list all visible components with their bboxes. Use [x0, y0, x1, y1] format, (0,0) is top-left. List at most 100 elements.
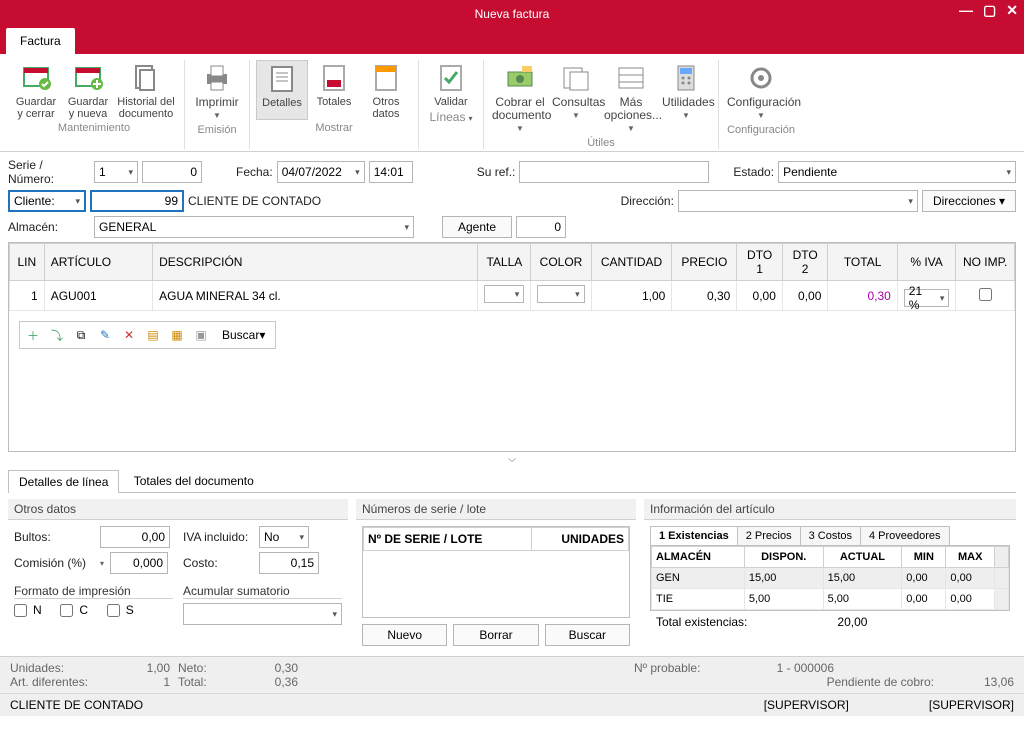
stock-row[interactable]: TIE5,005,000,000,00: [652, 589, 1009, 610]
header-form: Serie / Número: 1 Fecha: 04/07/2022 Su r…: [0, 152, 1024, 238]
save-new-icon: [72, 62, 104, 94]
ribbon-tabstrip: Factura: [0, 28, 1024, 54]
table-row[interactable]: 1 AGU001 AGUA MINERAL 34 cl. 1,00 0,30 0…: [10, 281, 1015, 311]
tab-factura[interactable]: Factura: [6, 28, 75, 54]
note-icon[interactable]: ▤: [142, 324, 164, 346]
lote-borrar-button[interactable]: Borrar: [453, 624, 538, 646]
estado-select[interactable]: Pendiente: [778, 161, 1016, 183]
window-title: Nueva factura: [475, 7, 550, 21]
cobrar-button[interactable]: Cobrar el documento ▼: [490, 60, 550, 135]
more-icon: [615, 62, 647, 94]
numero-input[interactable]: [142, 161, 202, 183]
stock-row[interactable]: GEN15,0015,000,000,00: [652, 568, 1009, 589]
tab-costos[interactable]: 3 Costos: [800, 526, 861, 545]
panel-otros: Otros datos Bultos: Comisión (%)▾ IVA in…: [8, 499, 348, 652]
minimize-icon[interactable]: —: [959, 2, 973, 19]
save-close-button[interactable]: Guardar y cerrar: [10, 60, 62, 120]
validate-icon: [435, 62, 467, 94]
almacen-label: Almacén:: [8, 220, 90, 234]
tab-proveedores[interactable]: 4 Proveedores: [860, 526, 950, 545]
details-button[interactable]: Detalles: [256, 60, 308, 120]
almacen-select[interactable]: GENERAL: [94, 216, 414, 238]
serie-select[interactable]: 1: [94, 161, 138, 183]
consultas-icon: [560, 62, 592, 94]
print-button[interactable]: Imprimir▼: [191, 60, 243, 122]
lower-tabs: Detalles de línea Totales del documento: [8, 469, 1016, 493]
costo-input[interactable]: [259, 552, 319, 574]
estado-label: Estado:: [733, 165, 774, 179]
fecha-input[interactable]: 04/07/2022: [277, 161, 365, 183]
bultos-input[interactable]: [100, 526, 170, 548]
status-user2: [SUPERVISOR]: [929, 698, 1014, 712]
maximize-icon[interactable]: ▢: [983, 2, 996, 19]
grid-search-button[interactable]: Buscar ▾: [214, 324, 273, 346]
suref-input[interactable]: [519, 161, 709, 183]
status-client: CLIENTE DE CONTADO: [10, 698, 143, 712]
agente-input[interactable]: [516, 216, 566, 238]
close-icon[interactable]: ✕: [1006, 2, 1018, 19]
direcciones-button[interactable]: Direcciones ▾: [922, 190, 1016, 212]
fmt-c-checkbox[interactable]: [60, 604, 73, 617]
color-cell[interactable]: [537, 285, 584, 303]
other-data-button[interactable]: Otros datos: [360, 60, 412, 120]
acumular-select[interactable]: [183, 603, 342, 625]
hora-input[interactable]: [369, 161, 413, 183]
save-close-icon: [20, 62, 52, 94]
lote-buscar-button[interactable]: Buscar: [545, 624, 630, 646]
field-icon[interactable]: ▦: [166, 324, 188, 346]
fmt-n-checkbox[interactable]: [14, 604, 27, 617]
cliente-dropdown[interactable]: Cliente:: [8, 190, 86, 212]
calculator-icon: [670, 62, 702, 94]
status-user1: [SUPERVISOR]: [764, 698, 849, 712]
more-options-button[interactable]: Más opciones... ▼: [602, 60, 660, 135]
serie-label: Serie / Número:: [8, 158, 90, 186]
money-icon: [504, 62, 536, 94]
footer: Unidades:1,00 Neto:0,30 Nº probable:1 - …: [0, 656, 1024, 693]
history-button[interactable]: Historial del documento: [114, 60, 178, 120]
totals-button[interactable]: Totales: [308, 60, 360, 120]
edit-line-icon[interactable]: ✎: [94, 324, 116, 346]
cliente-code-input[interactable]: [90, 190, 184, 212]
add-line-icon[interactable]: ＋: [22, 324, 44, 346]
tab-totals[interactable]: Totales del documento: [123, 469, 265, 492]
tab-precios[interactable]: 2 Precios: [737, 526, 801, 545]
status-bar: CLIENTE DE CONTADO [SUPERVISOR] [SUPERVI…: [0, 693, 1024, 716]
save-new-button[interactable]: Guardar y nueva: [62, 60, 114, 120]
titlebar: Nueva factura — ▢ ✕: [0, 0, 1024, 28]
image-icon[interactable]: ▣: [190, 324, 212, 346]
grid-toolbar: ＋ ⤵ ⧉ ✎ ✕ ▤ ▦ ▣ Buscar ▾: [19, 321, 276, 349]
agente-button[interactable]: Agente: [442, 216, 512, 238]
suref-label: Su ref.:: [477, 165, 516, 179]
iva-included-select[interactable]: No: [259, 526, 309, 548]
cliente-name: CLIENTE DE CONTADO: [188, 194, 321, 208]
scrollbar[interactable]: [995, 547, 1009, 568]
config-button[interactable]: Configuración▼: [725, 60, 797, 122]
panel-lote: Números de serie / lote Nº DE SERIE / LO…: [356, 499, 636, 652]
direccion-select[interactable]: [678, 190, 918, 212]
talla-cell[interactable]: [484, 285, 524, 303]
chevron-down-icon: ▼: [213, 111, 221, 120]
gear-icon: [745, 62, 777, 94]
splitter-icon[interactable]: ⌵: [0, 454, 1024, 465]
validate-button[interactable]: Validar: [425, 60, 477, 108]
history-icon: [130, 62, 162, 94]
ribbon: Guardar y cerrar Guardar y nueva Histori…: [0, 54, 1024, 152]
totals-icon: [318, 62, 350, 94]
consultas-button[interactable]: Consultas▼: [550, 60, 602, 135]
tab-existencias[interactable]: 1 Existencias: [650, 526, 738, 545]
fecha-label: Fecha:: [236, 165, 273, 179]
iva-cell[interactable]: 21 %: [904, 289, 950, 307]
insert-line-icon[interactable]: ⤵: [46, 324, 68, 346]
lines-grid[interactable]: LIN ARTÍCULO DESCRIPCIÓN TALLA COLOR CAN…: [8, 242, 1016, 452]
lote-nuevo-button[interactable]: Nuevo: [362, 624, 447, 646]
utilidades-button[interactable]: Utilidades▼: [660, 60, 712, 135]
direccion-label: Dirección:: [621, 194, 674, 208]
tab-details[interactable]: Detalles de línea: [8, 470, 119, 493]
fmt-s-checkbox[interactable]: [107, 604, 120, 617]
other-data-icon: [370, 62, 402, 94]
copy-line-icon[interactable]: ⧉: [70, 324, 92, 346]
print-icon: [201, 62, 233, 94]
delete-line-icon[interactable]: ✕: [118, 324, 140, 346]
noimp-checkbox[interactable]: [979, 288, 992, 301]
comision-input[interactable]: [110, 552, 168, 574]
